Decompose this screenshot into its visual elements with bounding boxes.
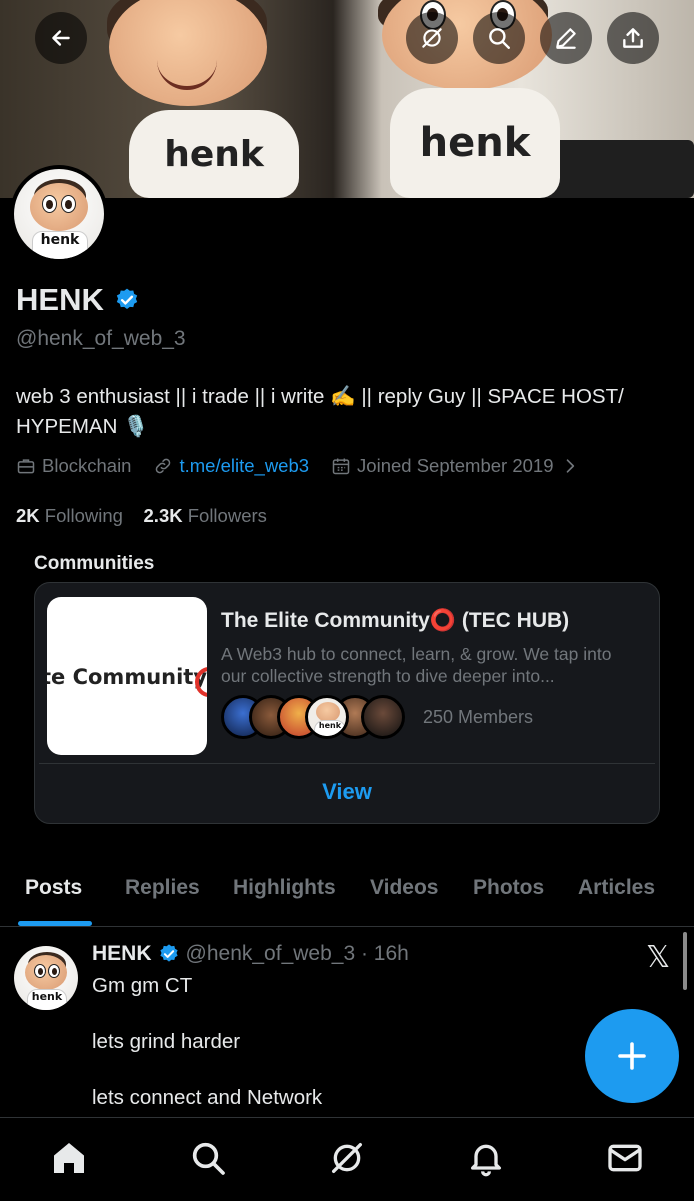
banner-text-left: henk: [129, 110, 299, 198]
profile-bio: web 3 enthusiast || i trade || i write ✍…: [16, 385, 624, 438]
nav-home[interactable]: [49, 1138, 89, 1178]
following-label: Following: [44, 505, 123, 526]
banner-text-right: henk: [390, 88, 560, 198]
scrollbar[interactable]: [683, 932, 687, 990]
community-view-button[interactable]: View: [35, 779, 659, 805]
search-icon: [192, 1142, 225, 1175]
link-icon: [156, 458, 171, 474]
share-button[interactable]: [607, 12, 659, 64]
search-button[interactable]: [473, 12, 525, 64]
edit-button[interactable]: [540, 12, 592, 64]
chevron-right-icon: [566, 459, 574, 473]
profile-handle: @henk_of_web_3: [16, 327, 186, 350]
profile-category: Blockchain: [16, 455, 131, 477]
community-image: te Community: [47, 597, 207, 755]
profile-avatar[interactable]: henk: [10, 165, 108, 263]
grok-button[interactable]: [406, 12, 458, 64]
nav-search[interactable]: [188, 1138, 228, 1178]
post-avatar-text: henk: [27, 989, 67, 1010]
profile-meta-row: Blockchain t.me/elite_web3 Joined Septem…: [16, 455, 602, 477]
nav-notifications[interactable]: [466, 1138, 506, 1178]
share-icon: [623, 28, 643, 48]
tab-replies[interactable]: Replies: [125, 876, 200, 900]
profile-link[interactable]: t.me/elite_web3: [153, 455, 309, 477]
profile-link-label[interactable]: t.me/elite_web3: [179, 455, 309, 477]
community-members: henk 250 Members: [221, 695, 533, 739]
banner-figure-left: henk: [95, 0, 315, 198]
x-logo-icon: 𝕏: [646, 941, 671, 974]
tab-articles[interactable]: Articles: [578, 876, 655, 900]
tab-highlights[interactable]: Highlights: [233, 876, 336, 900]
tab-photos[interactable]: Photos: [473, 876, 544, 900]
grok-icon: [332, 1143, 362, 1173]
following-count: 2K: [16, 505, 40, 526]
followers-link[interactable]: 2.3K Followers: [144, 505, 267, 526]
profile-name: HENK: [16, 282, 104, 317]
tab-posts[interactable]: Posts: [25, 876, 82, 900]
profile-category-label: Blockchain: [42, 455, 132, 476]
back-button[interactable]: [35, 12, 87, 64]
post-line: lets connect and Network: [92, 1086, 323, 1109]
briefcase-icon: [17, 459, 35, 474]
community-image-text: te Community: [47, 665, 207, 689]
following-link[interactable]: 2K Following: [16, 505, 123, 526]
search-icon: [489, 28, 510, 49]
community-member-count: 250 Members: [423, 706, 534, 727]
tab-videos[interactable]: Videos: [370, 876, 438, 900]
messages-icon: [608, 1144, 642, 1172]
post-meta: @henk_of_web_3 · 16h: [185, 942, 409, 965]
post-author[interactable]: HENK: [92, 942, 152, 966]
compose-button[interactable]: [585, 1009, 679, 1103]
follow-stats: 2K Following 2.3K Followers: [16, 505, 267, 527]
bottom-navigation: [0, 1117, 694, 1201]
plus-icon: [618, 1042, 646, 1070]
communities-heading: Communities: [34, 553, 155, 574]
member-avatar: henk: [305, 695, 349, 739]
followers-label: Followers: [187, 505, 267, 526]
profile-joined[interactable]: Joined September 2019: [331, 455, 579, 477]
nav-grok[interactable]: [327, 1138, 367, 1178]
community-card-divider: [39, 763, 655, 764]
profile-joined-label: Joined September 2019: [357, 455, 554, 476]
followers-count: 2.3K: [143, 505, 183, 526]
post-line: Gm gm CT: [92, 974, 193, 997]
calendar-icon: [332, 458, 350, 475]
nav-messages[interactable]: [605, 1138, 645, 1178]
community-title: The Elite Community⭕ (TEC HUB): [221, 609, 570, 632]
post-avatar[interactable]: henk: [14, 946, 78, 1010]
verified-badge-icon: [159, 944, 178, 962]
post-body[interactable]: Gm gm CT lets grind harder lets connect …: [92, 972, 322, 1112]
community-description: A Web3 hub to connect, learn, & grow. We…: [221, 644, 612, 686]
edit-icon: [556, 28, 576, 49]
notifications-icon: [471, 1144, 501, 1177]
active-tab-indicator: [18, 921, 92, 926]
avatar-shirt-text: henk: [32, 231, 88, 259]
back-arrow-icon: [52, 30, 70, 46]
member-avatar: [361, 695, 405, 739]
profile-name-row: HENK: [16, 282, 140, 318]
grok-icon: [422, 28, 442, 48]
profile-tabs: Posts Replies Highlights Videos Photos A…: [0, 864, 694, 927]
community-card[interactable]: te Community The Elite Community⭕ (TEC H…: [34, 582, 660, 824]
post-header: HENK @henk_of_web_3 · 16h: [92, 942, 409, 966]
post-line: lets grind harder: [92, 1030, 241, 1053]
verified-badge-icon[interactable]: [114, 287, 140, 313]
home-icon: [54, 1143, 84, 1173]
member-avatar-text: henk: [314, 720, 346, 736]
